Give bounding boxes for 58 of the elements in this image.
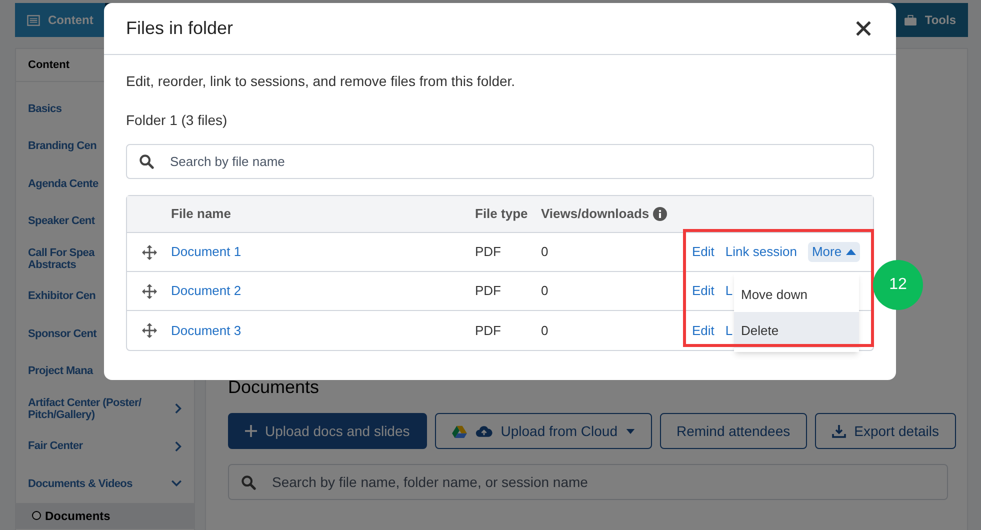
info-icon (653, 207, 668, 221)
file-link[interactable]: Document 3 (171, 320, 242, 340)
modal-title: Files in folder (126, 17, 234, 40)
list-icon (27, 14, 40, 26)
action-button[interactable]: Upload from Cloud (434, 413, 652, 449)
action-link[interactable]: Edit (692, 320, 714, 340)
sidebar-item[interactable]: Project Mana (28, 365, 93, 378)
folder-label: Folder 1 (3 files) (126, 111, 228, 130)
column-header: File name (171, 205, 232, 224)
search-placeholder: Search by file name (170, 152, 285, 171)
column-header: File type (475, 205, 529, 224)
sidebar-item[interactable]: Branding Cen (28, 140, 97, 152)
search-icon (139, 154, 154, 169)
close-button[interactable] (854, 20, 872, 38)
table-cell-text: PDF (475, 282, 501, 300)
more-button[interactable]: More (808, 242, 860, 262)
sidebar-item[interactable]: Basics (28, 102, 62, 115)
sidebar-subitem[interactable]: Documents (16, 502, 194, 528)
column-header: Views/downloads (541, 205, 650, 224)
table-cell-text: 0 (541, 322, 548, 340)
table-cell-text: PDF (475, 243, 501, 262)
action-link[interactable]: L (725, 320, 733, 340)
search-icon (241, 474, 256, 490)
sidebar-item[interactable]: Exhibitor Cen (28, 290, 96, 302)
file-link[interactable]: Document 2 (171, 281, 242, 301)
action-link[interactable]: L (725, 281, 733, 301)
search-placeholder: Search by file name, folder name, or session name (272, 472, 588, 492)
nav-tab[interactable]: Content (15, 3, 110, 37)
section-heading: Documents (228, 376, 320, 399)
action-button[interactable]: Remind attendees (660, 413, 808, 449)
sidebar-item[interactable]: Speaker Cent (28, 215, 95, 228)
action-link[interactable]: Edit (692, 242, 714, 262)
file-link[interactable]: Document 1 (171, 242, 242, 262)
caret-down-icon (626, 428, 634, 434)
table-cell-text: PDF (475, 322, 501, 340)
sidebar-item[interactable]: Documents & Videos (28, 478, 132, 490)
action-button[interactable]: Export details (815, 413, 956, 449)
nav-tab[interactable]: Tools (892, 3, 968, 37)
sidebar-item[interactable]: Sponsor Cent (28, 328, 97, 340)
search-field[interactable]: Search by file name, folder name, or session name (228, 464, 948, 500)
table-cell-text: 0 (541, 243, 548, 262)
menu-item[interactable]: Delete (734, 312, 859, 348)
sidebar-item[interactable]: Agenda Cente (28, 178, 98, 190)
action-button[interactable]: Upload docs and slides (228, 413, 427, 449)
search-field[interactable]: Search by file name (126, 144, 874, 179)
download-icon (832, 424, 846, 438)
drive-icon (452, 424, 467, 438)
sidebar-item[interactable]: Call For Spea Abstracts (28, 246, 94, 271)
table-cell-text: 0 (541, 282, 548, 300)
action-link[interactable]: Edit (692, 281, 714, 301)
sidebar-item[interactable]: Fair Center (28, 440, 83, 452)
menu-item[interactable]: Move down (734, 276, 859, 312)
sidebar-item[interactable]: Artifact Center (Poster/ Pitch/Gallery) (28, 396, 142, 421)
action-link[interactable]: Link session (725, 242, 797, 262)
cloud-upload-icon (474, 424, 493, 438)
briefcase-icon (904, 14, 917, 26)
caret-up-icon (846, 249, 856, 255)
plus-icon (245, 425, 257, 437)
